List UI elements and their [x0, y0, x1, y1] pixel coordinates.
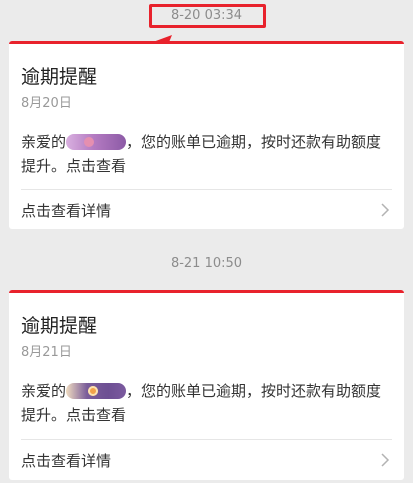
redacted-name	[66, 134, 127, 150]
overdue-notice-card: 逾期提醒 8月21日 亲爱的 ，您的账单已逾期，按时还款有助额度提升。点击查看 点…	[9, 290, 404, 480]
body-prefix: 亲爱的	[21, 133, 67, 151]
card-body: 亲爱的 ，您的账单已逾期，按时还款有助额度提升。点击查看	[21, 130, 391, 178]
annotation-highlight-box	[149, 4, 266, 28]
card-date: 8月21日	[21, 345, 72, 360]
card-accent-bar	[9, 41, 404, 44]
message-timestamp: 8-21 10:50	[170, 256, 243, 271]
card-title: 逾期提醒	[21, 66, 98, 88]
redaction-mark	[84, 137, 95, 147]
chevron-right-icon	[381, 203, 390, 217]
card-date: 8月20日	[21, 96, 72, 111]
view-details-label: 点击查看详情	[21, 202, 112, 220]
view-details-link[interactable]: 点击查看详情	[9, 190, 404, 229]
view-details-link[interactable]: 点击查看详情	[9, 440, 404, 480]
redacted-name	[66, 383, 127, 399]
overdue-notice-card: 逾期提醒 8月20日 亲爱的 ，您的账单已逾期，按时还款有助额度提升。点击查看 点…	[9, 41, 404, 229]
body-prefix: 亲爱的	[21, 382, 67, 400]
card-accent-bar	[9, 290, 404, 293]
redaction-mark	[88, 386, 99, 396]
card-title: 逾期提醒	[21, 315, 98, 337]
chevron-right-icon	[381, 453, 390, 467]
card-body: 亲爱的 ，您的账单已逾期，按时还款有助额度提升。点击查看	[21, 379, 391, 427]
view-details-label: 点击查看详情	[21, 452, 112, 470]
